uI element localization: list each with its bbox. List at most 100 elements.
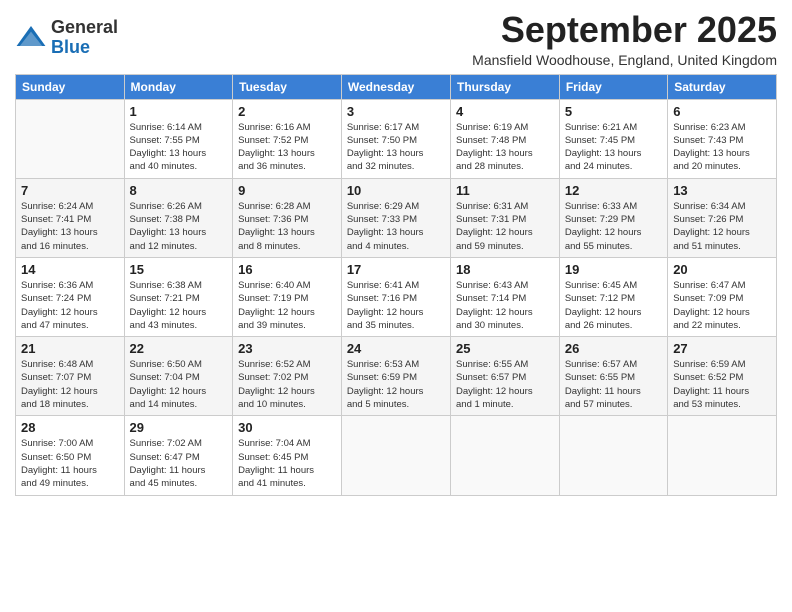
day-info: Sunrise: 6:47 AM Sunset: 7:09 PM Dayligh… <box>673 279 771 332</box>
week-row-1: 1 Sunrise: 6:14 AM Sunset: 7:55 PM Daylig… <box>16 99 777 178</box>
logo-general: General <box>51 17 118 37</box>
day-info: Sunrise: 6:28 AM Sunset: 7:36 PM Dayligh… <box>238 200 336 253</box>
day-info: Sunrise: 6:41 AM Sunset: 7:16 PM Dayligh… <box>347 279 445 332</box>
day-info: Sunrise: 6:57 AM Sunset: 6:55 PM Dayligh… <box>565 358 662 411</box>
calendar-cell: 27Sunrise: 6:59 AM Sunset: 6:52 PM Dayli… <box>668 337 777 416</box>
day-number: 28 <box>21 420 119 435</box>
calendar-cell: 5 Sunrise: 6:21 AM Sunset: 7:45 PM Daylig… <box>559 99 667 178</box>
calendar-cell <box>451 416 560 495</box>
day-info: Sunrise: 7:04 AM Sunset: 6:45 PM Dayligh… <box>238 437 336 490</box>
calendar-cell: 21Sunrise: 6:48 AM Sunset: 7:07 PM Dayli… <box>16 337 125 416</box>
day-info: Sunrise: 6:40 AM Sunset: 7:19 PM Dayligh… <box>238 279 336 332</box>
day-info: Sunrise: 6:23 AM Sunset: 7:43 PM Dayligh… <box>673 121 771 174</box>
day-number: 6 <box>673 104 771 119</box>
day-number: 10 <box>347 183 445 198</box>
day-number: 17 <box>347 262 445 277</box>
calendar-cell: 2 Sunrise: 6:16 AM Sunset: 7:52 PM Daylig… <box>233 99 342 178</box>
day-number: 15 <box>130 262 228 277</box>
day-info: Sunrise: 6:29 AM Sunset: 7:33 PM Dayligh… <box>347 200 445 253</box>
day-info: Sunrise: 6:21 AM Sunset: 7:45 PM Dayligh… <box>565 121 662 174</box>
calendar-cell: 13 Sunrise: 6:34 AM Sunset: 7:26 PM Dayli… <box>668 178 777 257</box>
calendar-cell: 11 Sunrise: 6:31 AM Sunset: 7:31 PM Dayli… <box>451 178 560 257</box>
day-info: Sunrise: 6:38 AM Sunset: 7:21 PM Dayligh… <box>130 279 228 332</box>
day-info: Sunrise: 6:14 AM Sunset: 7:55 PM Dayligh… <box>130 121 228 174</box>
title-block: September 2025 Mansfield Woodhouse, Engl… <box>472 10 777 68</box>
weekday-header-friday: Friday <box>559 74 667 99</box>
weekday-header-row: SundayMondayTuesdayWednesdayThursdayFrid… <box>16 74 777 99</box>
page-header: General Blue September 2025 Mansfield Wo… <box>15 10 777 68</box>
calendar-cell: 10 Sunrise: 6:29 AM Sunset: 7:33 PM Dayli… <box>341 178 450 257</box>
day-info: Sunrise: 6:50 AM Sunset: 7:04 PM Dayligh… <box>130 358 228 411</box>
day-info: Sunrise: 6:16 AM Sunset: 7:52 PM Dayligh… <box>238 121 336 174</box>
calendar-cell: 9 Sunrise: 6:28 AM Sunset: 7:36 PM Daylig… <box>233 178 342 257</box>
weekday-header-monday: Monday <box>124 74 233 99</box>
calendar-cell: 3 Sunrise: 6:17 AM Sunset: 7:50 PM Daylig… <box>341 99 450 178</box>
day-number: 22 <box>130 341 228 356</box>
day-info: Sunrise: 7:02 AM Sunset: 6:47 PM Dayligh… <box>130 437 228 490</box>
day-info: Sunrise: 6:26 AM Sunset: 7:38 PM Dayligh… <box>130 200 228 253</box>
calendar-cell: 20 Sunrise: 6:47 AM Sunset: 7:09 PM Dayli… <box>668 257 777 336</box>
day-number: 23 <box>238 341 336 356</box>
day-number: 11 <box>456 183 554 198</box>
day-number: 27 <box>673 341 771 356</box>
day-info: Sunrise: 6:53 AM Sunset: 6:59 PM Dayligh… <box>347 358 445 411</box>
calendar-cell: 28Sunrise: 7:00 AM Sunset: 6:50 PM Dayli… <box>16 416 125 495</box>
week-row-2: 7 Sunrise: 6:24 AM Sunset: 7:41 PM Daylig… <box>16 178 777 257</box>
day-info: Sunrise: 6:45 AM Sunset: 7:12 PM Dayligh… <box>565 279 662 332</box>
calendar-cell: 7 Sunrise: 6:24 AM Sunset: 7:41 PM Daylig… <box>16 178 125 257</box>
day-number: 20 <box>673 262 771 277</box>
day-number: 8 <box>130 183 228 198</box>
week-row-4: 21Sunrise: 6:48 AM Sunset: 7:07 PM Dayli… <box>16 337 777 416</box>
day-number: 3 <box>347 104 445 119</box>
day-number: 29 <box>130 420 228 435</box>
calendar-cell: 25 Sunrise: 6:55 AM Sunset: 6:57 PM Dayli… <box>451 337 560 416</box>
day-number: 7 <box>21 183 119 198</box>
day-number: 24 <box>347 341 445 356</box>
day-info: Sunrise: 6:36 AM Sunset: 7:24 PM Dayligh… <box>21 279 119 332</box>
calendar-cell: 18Sunrise: 6:43 AM Sunset: 7:14 PM Dayli… <box>451 257 560 336</box>
logo-blue: Blue <box>51 37 90 57</box>
day-number: 4 <box>456 104 554 119</box>
logo-icon <box>15 22 47 54</box>
weekday-header-sunday: Sunday <box>16 74 125 99</box>
day-info: Sunrise: 6:33 AM Sunset: 7:29 PM Dayligh… <box>565 200 662 253</box>
calendar-cell: 22 Sunrise: 6:50 AM Sunset: 7:04 PM Dayli… <box>124 337 233 416</box>
calendar-cell: 12 Sunrise: 6:33 AM Sunset: 7:29 PM Dayli… <box>559 178 667 257</box>
day-number: 14 <box>21 262 119 277</box>
day-info: Sunrise: 6:24 AM Sunset: 7:41 PM Dayligh… <box>21 200 119 253</box>
calendar-cell <box>559 416 667 495</box>
calendar-cell: 30 Sunrise: 7:04 AM Sunset: 6:45 PM Dayli… <box>233 416 342 495</box>
day-number: 26 <box>565 341 662 356</box>
day-number: 16 <box>238 262 336 277</box>
month-title: September 2025 <box>472 10 777 50</box>
day-info: Sunrise: 6:31 AM Sunset: 7:31 PM Dayligh… <box>456 200 554 253</box>
day-number: 5 <box>565 104 662 119</box>
day-number: 1 <box>130 104 228 119</box>
logo: General Blue <box>15 18 118 58</box>
weekday-header-thursday: Thursday <box>451 74 560 99</box>
calendar-cell: 15 Sunrise: 6:38 AM Sunset: 7:21 PM Dayli… <box>124 257 233 336</box>
calendar-cell: 29 Sunrise: 7:02 AM Sunset: 6:47 PM Dayli… <box>124 416 233 495</box>
day-info: Sunrise: 6:55 AM Sunset: 6:57 PM Dayligh… <box>456 358 554 411</box>
day-number: 19 <box>565 262 662 277</box>
calendar-cell: 26 Sunrise: 6:57 AM Sunset: 6:55 PM Dayli… <box>559 337 667 416</box>
weekday-header-saturday: Saturday <box>668 74 777 99</box>
week-row-3: 14 Sunrise: 6:36 AM Sunset: 7:24 PM Dayli… <box>16 257 777 336</box>
day-info: Sunrise: 6:34 AM Sunset: 7:26 PM Dayligh… <box>673 200 771 253</box>
week-row-5: 28Sunrise: 7:00 AM Sunset: 6:50 PM Dayli… <box>16 416 777 495</box>
day-number: 30 <box>238 420 336 435</box>
calendar-cell: 6 Sunrise: 6:23 AM Sunset: 7:43 PM Daylig… <box>668 99 777 178</box>
calendar-cell: 4Sunrise: 6:19 AM Sunset: 7:48 PM Daylig… <box>451 99 560 178</box>
calendar-cell: 8 Sunrise: 6:26 AM Sunset: 7:38 PM Daylig… <box>124 178 233 257</box>
calendar-cell: 14 Sunrise: 6:36 AM Sunset: 7:24 PM Dayli… <box>16 257 125 336</box>
day-number: 9 <box>238 183 336 198</box>
calendar-table: SundayMondayTuesdayWednesdayThursdayFrid… <box>15 74 777 496</box>
day-number: 2 <box>238 104 336 119</box>
calendar-cell: 1 Sunrise: 6:14 AM Sunset: 7:55 PM Daylig… <box>124 99 233 178</box>
day-number: 25 <box>456 341 554 356</box>
calendar-cell <box>668 416 777 495</box>
day-number: 12 <box>565 183 662 198</box>
day-number: 21 <box>21 341 119 356</box>
day-info: Sunrise: 6:17 AM Sunset: 7:50 PM Dayligh… <box>347 121 445 174</box>
day-number: 13 <box>673 183 771 198</box>
